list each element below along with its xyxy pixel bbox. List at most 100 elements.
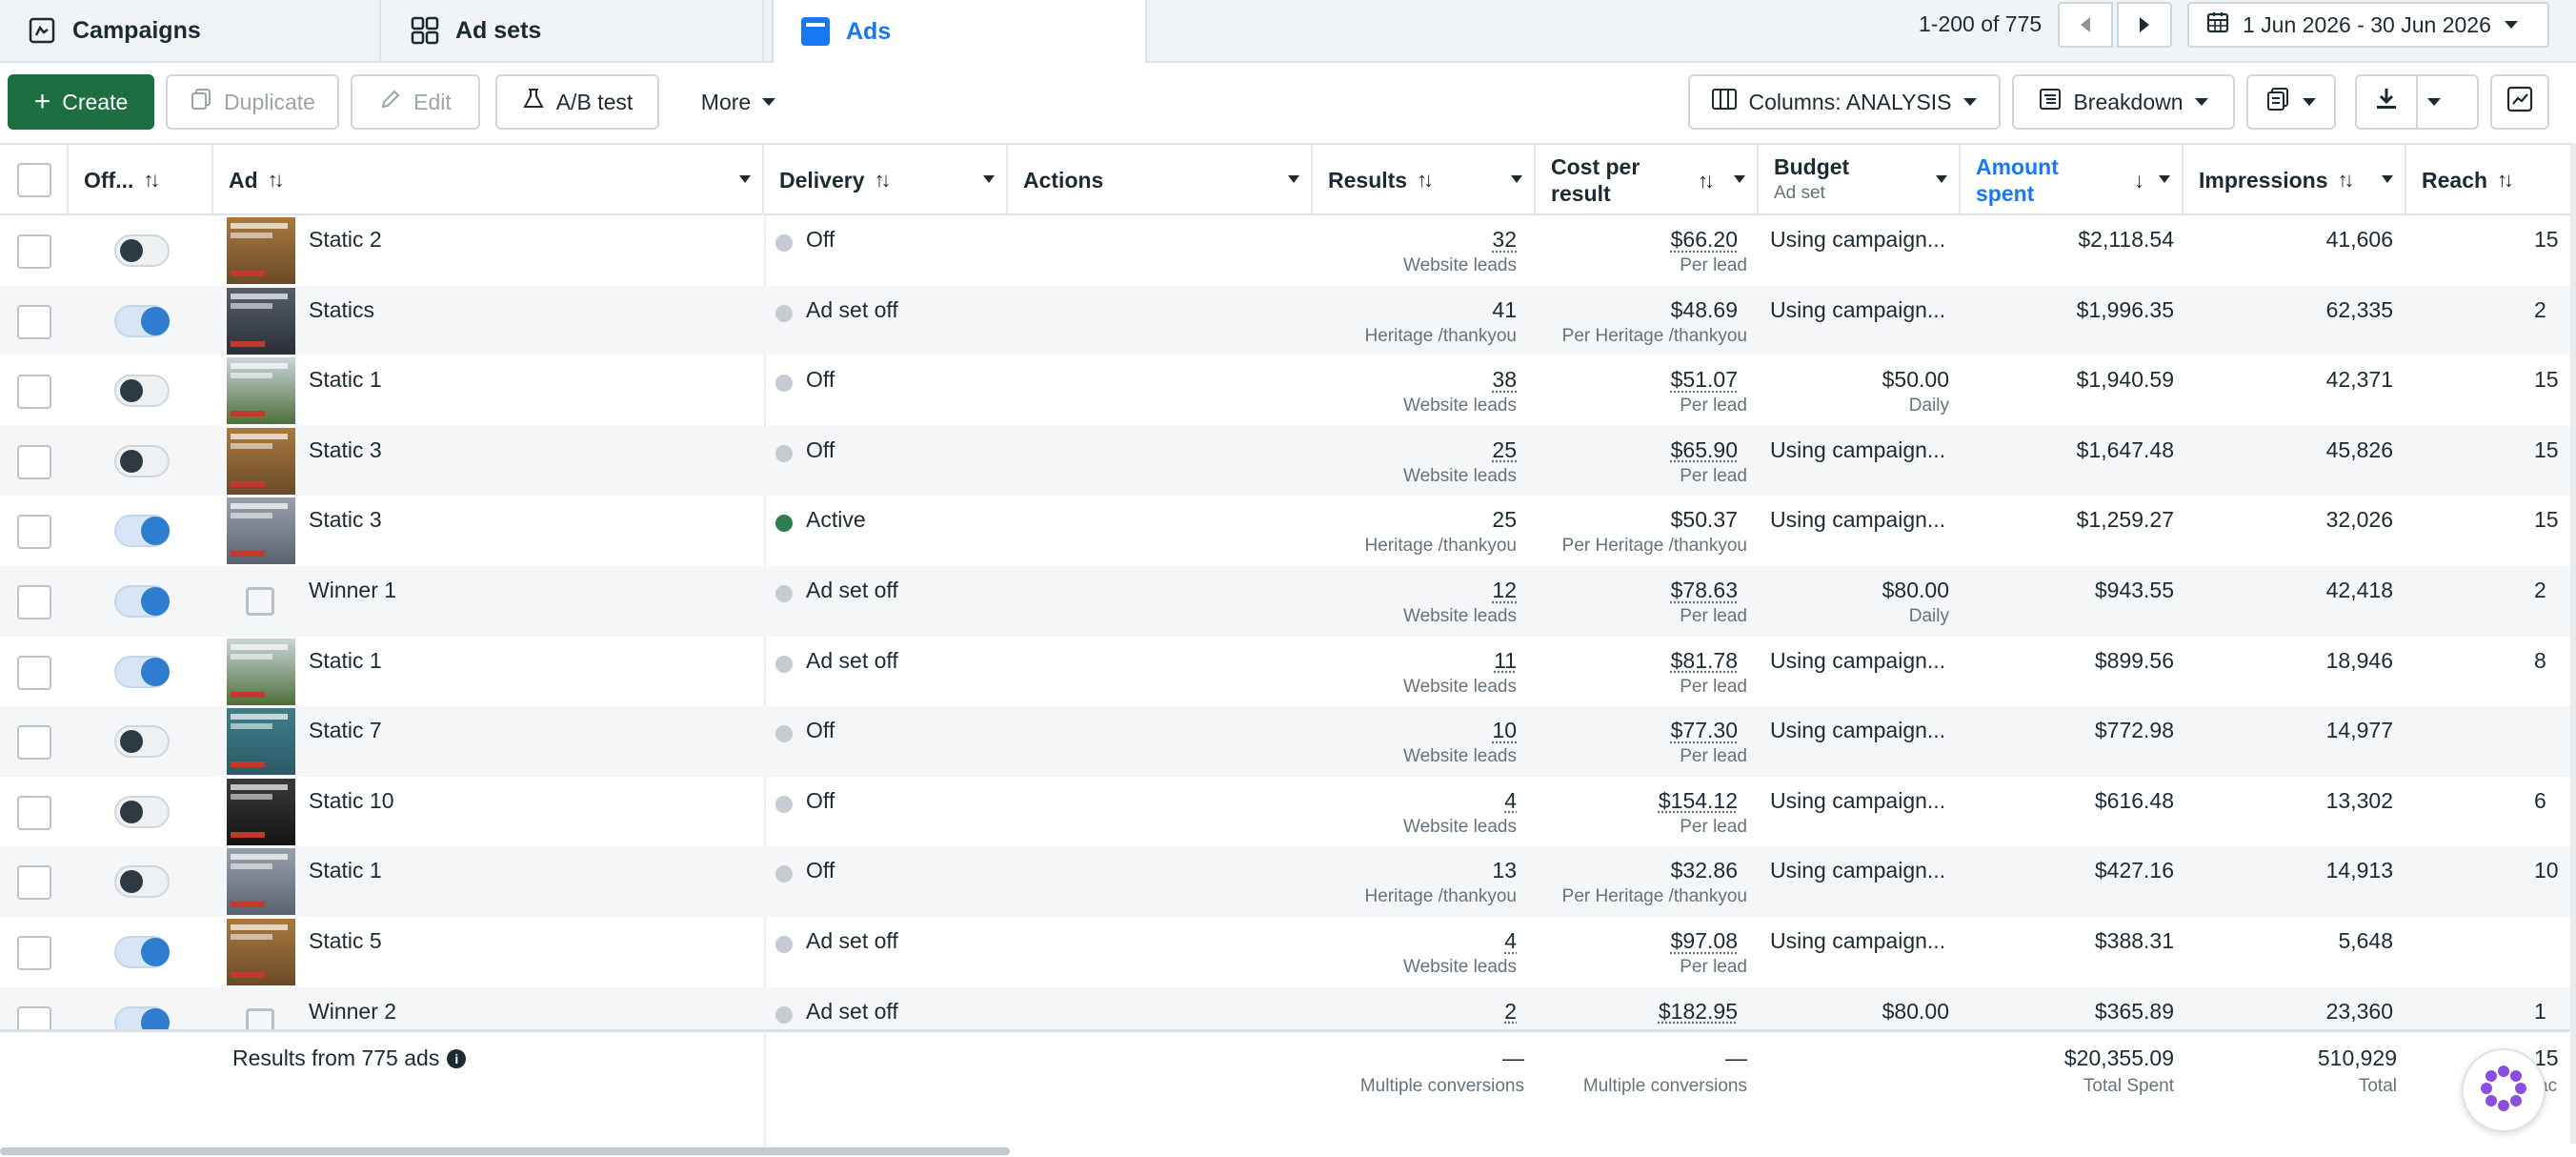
budget-value[interactable]: $50.00 (1772, 367, 1949, 393)
chart-button[interactable] (2490, 74, 2549, 130)
results-value[interactable]: 2 (1334, 999, 1517, 1025)
cost-per-result-value[interactable]: $32.86 (1538, 858, 1738, 883)
column-header-impressions[interactable]: Impressions ↑↓ (2184, 145, 2406, 215)
column-header-ad[interactable]: Ad ↑↓ (213, 145, 764, 215)
ad-name[interactable]: Static 5 (309, 928, 382, 954)
table-row[interactable]: Static 5 Ad set off 4 Website leads $97.08 Pe… (0, 917, 2576, 987)
cost-per-result-value[interactable]: $154.12 (1538, 788, 1738, 814)
budget-value[interactable]: Using campaign... (1770, 648, 1945, 674)
column-menu-icon[interactable] (2382, 175, 2393, 183)
ad-thumbnail[interactable] (227, 287, 295, 355)
results-value[interactable]: 25 (1334, 437, 1517, 463)
sort-icon[interactable]: ↑↓ (1417, 168, 1434, 193)
budget-value[interactable]: Using campaign... (1770, 507, 1945, 533)
row-checkbox[interactable] (17, 585, 51, 619)
row-checkbox[interactable] (17, 304, 51, 339)
table-row[interactable]: Statics Ad set off 41 Heritage /thankyou $48… (0, 285, 2576, 356)
results-value[interactable]: 13 (1334, 858, 1517, 883)
sort-desc-icon[interactable]: ↓ (2134, 168, 2144, 194)
row-toggle[interactable] (114, 725, 170, 759)
ad-name[interactable]: Static 7 (309, 718, 382, 743)
ad-name[interactable]: Static 1 (309, 648, 382, 674)
results-value[interactable]: 38 (1334, 367, 1517, 393)
cost-per-result-value[interactable]: $182.95 (1538, 999, 1738, 1025)
columns-button[interactable]: Columns: ANALYSIS (1688, 74, 2001, 130)
budget-value[interactable]: Using campaign... (1770, 297, 1945, 323)
ab-test-button[interactable]: A/B test (495, 74, 659, 130)
cost-per-result-value[interactable]: $65.90 (1538, 437, 1738, 463)
table-row[interactable]: Static 3 Off 25 Website leads $65.90 Per lead… (0, 425, 2576, 497)
next-page-button[interactable] (2117, 2, 2172, 48)
ad-name[interactable]: Static 1 (309, 367, 382, 393)
budget-value[interactable]: Using campaign... (1770, 227, 1945, 253)
row-checkbox[interactable] (17, 655, 51, 690)
table-row[interactable]: Static 1 Ad set off 11 Website leads $81.78 P… (0, 637, 2576, 707)
ad-name[interactable]: Static 3 (309, 507, 382, 533)
budget-value[interactable]: Using campaign... (1770, 928, 1945, 954)
results-value[interactable]: 4 (1334, 788, 1517, 814)
row-checkbox[interactable] (17, 1005, 51, 1029)
sort-icon[interactable]: ↑↓ (875, 168, 892, 193)
breakdown-button[interactable]: Breakdown (2012, 74, 2235, 130)
table-row[interactable]: Static 3 Active 25 Heritage /thankyou $50.37… (0, 496, 2576, 566)
row-checkbox[interactable] (17, 234, 51, 269)
column-header-budget[interactable]: Budget Ad set (1759, 145, 1961, 215)
info-icon[interactable]: i (447, 1048, 467, 1068)
tab-campaigns[interactable]: Campaigns (0, 0, 381, 61)
row-toggle[interactable] (114, 304, 170, 337)
cost-per-result-value[interactable]: $97.08 (1538, 928, 1738, 954)
column-menu-icon[interactable] (1734, 175, 1745, 183)
ad-name[interactable]: Static 10 (309, 788, 394, 814)
ad-thumbnail[interactable] (227, 357, 295, 425)
row-checkbox[interactable] (17, 375, 51, 410)
column-header-reach[interactable]: Reach ↑↓ (2406, 145, 2576, 215)
results-value[interactable]: 12 (1334, 578, 1517, 603)
more-button[interactable]: More (678, 74, 798, 130)
row-checkbox[interactable] (17, 865, 51, 901)
table-row[interactable]: Static 10 Off 4 Website leads $154.12 Per lea… (0, 777, 2576, 847)
table-row[interactable]: Winner 1 Ad set off 12 Website leads $78.63 P… (0, 566, 2576, 637)
ad-name[interactable]: Winner 1 (309, 578, 396, 603)
row-toggle[interactable] (114, 865, 170, 899)
column-menu-icon[interactable] (1936, 175, 1947, 183)
cost-per-result-value[interactable]: $81.78 (1538, 648, 1738, 674)
column-header-amount-spent[interactable]: Amount spent ↓ (1961, 145, 2184, 215)
column-menu-icon[interactable] (739, 175, 751, 183)
ad-thumbnail[interactable] (227, 848, 295, 916)
ad-thumbnail[interactable] (227, 778, 295, 845)
prev-page-button[interactable] (2058, 2, 2113, 48)
budget-value[interactable]: $80.00 (1772, 578, 1949, 603)
ad-thumbnail[interactable] (227, 217, 295, 284)
select-all-checkbox[interactable] (17, 163, 51, 197)
column-menu-icon[interactable] (2159, 175, 2170, 183)
cost-per-result-value[interactable]: $66.20 (1538, 227, 1738, 253)
horizontal-scrollbar[interactable] (0, 1147, 1010, 1155)
ad-thumbnail[interactable] (227, 638, 295, 705)
budget-value[interactable]: $80.00 (1772, 999, 1949, 1025)
column-header-results[interactable]: Results ↑↓ (1313, 145, 1536, 215)
tab-ad-sets[interactable]: Ad sets (383, 0, 764, 61)
table-row[interactable]: Static 1 Off 38 Website leads $51.07 Per lead… (0, 355, 2576, 426)
column-menu-icon[interactable] (1511, 175, 1522, 183)
vertical-scrollbar[interactable] (2570, 143, 2576, 1144)
ad-thumbnail[interactable] (227, 708, 295, 776)
table-row[interactable]: Static 1 Off 13 Heritage /thankyou $32.86 Per… (0, 846, 2576, 917)
row-checkbox[interactable] (17, 936, 51, 970)
reports-button[interactable] (2246, 74, 2336, 130)
results-value[interactable]: 25 (1334, 507, 1517, 533)
cost-per-result-value[interactable]: $48.69 (1538, 297, 1738, 323)
column-menu-icon[interactable] (983, 175, 995, 183)
budget-value[interactable]: Using campaign... (1770, 788, 1945, 814)
row-checkbox[interactable] (17, 444, 51, 479)
table-row[interactable]: Winner 2 Ad set off 2 $182.95 $80.00 $365.89 2… (0, 986, 2576, 1029)
row-toggle[interactable] (114, 795, 170, 828)
sort-icon[interactable]: ↑↓ (268, 168, 285, 193)
results-value[interactable]: 41 (1334, 297, 1517, 323)
row-toggle[interactable] (114, 234, 170, 267)
table-row[interactable]: Static 2 Off 32 Website leads $66.20 Per lead… (0, 215, 2576, 286)
budget-value[interactable]: Using campaign... (1770, 437, 1945, 463)
column-header-delivery[interactable]: Delivery ↑↓ (764, 145, 1008, 215)
create-button[interactable]: + Create (8, 74, 154, 130)
row-toggle[interactable] (114, 444, 170, 477)
column-header-off[interactable]: Off... ↑↓ (69, 145, 213, 215)
